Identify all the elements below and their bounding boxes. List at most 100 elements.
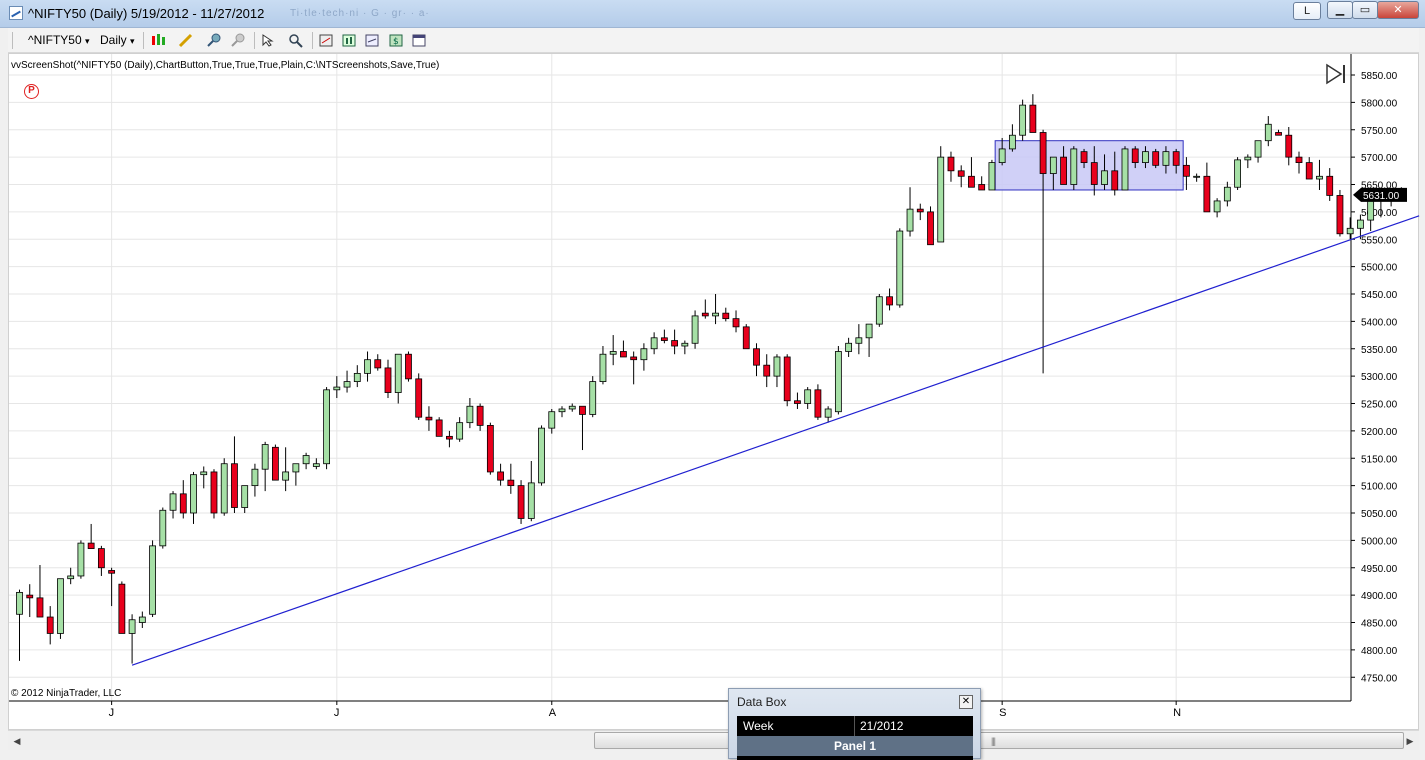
candle-down: [1275, 132, 1282, 136]
candle-up: [353, 372, 361, 383]
y-tick-label: 4950.00: [1361, 564, 1398, 575]
candle-down: [579, 405, 586, 415]
candle-down: [446, 435, 453, 440]
data-box-row-label: Week: [743, 719, 774, 733]
candle-up: [1357, 219, 1364, 229]
candle-down: [231, 463, 238, 508]
candle-up: [1008, 134, 1016, 150]
candle-down: [26, 594, 34, 599]
candle-up: [190, 474, 197, 514]
candle-down: [486, 424, 494, 473]
candle-up: [609, 351, 617, 355]
candle-down: [517, 485, 525, 519]
close-icon[interactable]: ✕: [959, 695, 973, 709]
candle-up: [220, 463, 228, 514]
candle-up: [1070, 148, 1078, 185]
candle-down: [722, 312, 730, 320]
x-tick-label: J: [334, 707, 340, 719]
copyright-label: © 2012 NinjaTrader, LLC: [11, 688, 122, 699]
candle-up: [937, 156, 945, 243]
candle-up: [261, 444, 269, 470]
y-tick-label: 4850.00: [1361, 619, 1398, 630]
data-box-divider: [854, 716, 855, 736]
y-tick-label: 5850.00: [1361, 71, 1398, 82]
candle-up: [640, 348, 648, 361]
candle-down: [701, 312, 709, 317]
candle-up: [1254, 140, 1262, 158]
candle-up: [568, 405, 576, 410]
candle-down: [179, 493, 187, 514]
candle-up: [1234, 159, 1241, 188]
candle-up: [241, 485, 249, 508]
y-tick-label: 5000.00: [1361, 536, 1398, 547]
candle-down: [118, 583, 126, 634]
candle-up: [364, 359, 371, 374]
scroll-right-icon[interactable]: ▶: [1403, 734, 1417, 748]
candle-down: [886, 296, 893, 306]
y-tick-label: 5400.00: [1361, 317, 1398, 328]
candle-down: [1131, 148, 1139, 164]
candle-up: [312, 463, 320, 467]
y-tick-label: 5450.00: [1361, 290, 1398, 301]
candle-down: [1305, 162, 1313, 180]
last-price-label: 5631.00: [1363, 191, 1400, 202]
candle-down: [384, 367, 392, 393]
candle-up: [1264, 123, 1272, 142]
candle-down: [1203, 175, 1211, 213]
y-tick-label: 5150.00: [1361, 454, 1398, 465]
candle-up: [466, 405, 474, 424]
candle-up: [650, 337, 658, 350]
candle-down: [210, 471, 218, 514]
candle-down: [1029, 104, 1037, 133]
candle-up: [824, 408, 832, 418]
candle-up: [333, 386, 341, 391]
candle-down: [732, 318, 740, 328]
data-box-window[interactable]: Data Box ✕ Week 21/2012 Panel 1: [728, 688, 981, 760]
candle-up: [1019, 104, 1027, 136]
candle-down: [1172, 151, 1180, 166]
candle-up: [343, 381, 351, 388]
candle-up: [282, 471, 290, 481]
y-tick-label: 5800.00: [1361, 98, 1398, 109]
y-tick-label: 5500.00: [1361, 263, 1398, 274]
y-tick-label: 4750.00: [1361, 673, 1398, 684]
candle-up: [538, 427, 545, 484]
candle-down: [1326, 175, 1334, 196]
candle-down: [620, 351, 627, 358]
scroll-left-icon[interactable]: ◀: [10, 734, 24, 748]
candle-down: [405, 353, 412, 380]
candle-up: [1142, 151, 1149, 163]
candle-up: [169, 493, 177, 511]
screenshot-play-icon[interactable]: [1325, 63, 1348, 85]
candle-up: [773, 356, 781, 377]
candle-down: [794, 400, 801, 404]
candle-down: [968, 175, 975, 188]
candle-up: [527, 482, 535, 519]
x-tick-label: N: [1173, 707, 1181, 719]
candle-down: [46, 616, 54, 634]
x-tick-label: S: [999, 707, 1006, 719]
candle-up: [251, 468, 259, 487]
candle-down: [1090, 162, 1098, 185]
p-marker-icon[interactable]: P: [24, 84, 39, 99]
candle-up: [855, 337, 863, 344]
horizontal-scrollbar[interactable]: ◀ ||| ▶: [8, 730, 1419, 750]
candle-down: [947, 156, 955, 172]
candle-up: [323, 389, 330, 465]
candle-up: [988, 162, 996, 191]
candle-up: [875, 296, 883, 325]
candle-down: [435, 419, 443, 437]
candle-up: [1121, 148, 1129, 191]
candle-down: [671, 340, 679, 347]
candle-up: [712, 312, 719, 317]
y-tick-label: 5100.00: [1361, 482, 1398, 493]
candle-up: [394, 353, 402, 393]
candle-down: [1060, 156, 1067, 185]
scroll-thumb[interactable]: |||: [594, 732, 1404, 749]
y-tick-label: 5550.00: [1361, 235, 1398, 246]
y-tick-label: 5250.00: [1361, 400, 1398, 411]
candle-up: [1316, 175, 1323, 180]
data-box-title: Data Box: [737, 695, 787, 709]
y-tick-label: 5750.00: [1361, 126, 1398, 137]
x-tick-label: A: [549, 707, 557, 719]
